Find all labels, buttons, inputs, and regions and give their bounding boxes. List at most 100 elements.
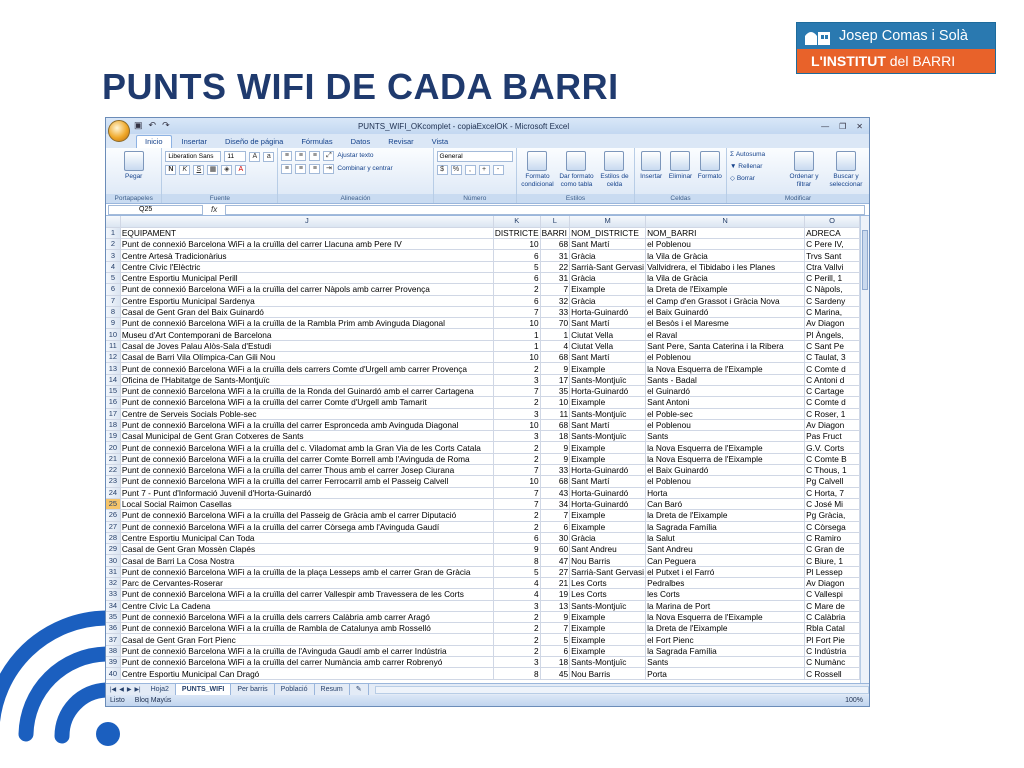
row-header[interactable]: 9 — [106, 317, 121, 330]
row-header[interactable]: 13 — [106, 362, 121, 375]
table-cell[interactable]: 22 — [540, 261, 571, 273]
table-cell[interactable]: 1 — [493, 328, 541, 341]
format-table-icon[interactable] — [566, 151, 587, 171]
table-cell[interactable]: Trvs Sant — [804, 249, 860, 262]
table-cell[interactable]: C Biure, 1 — [804, 554, 860, 567]
table-cell[interactable]: el Poble-sec — [645, 408, 806, 420]
table-cell[interactable]: Punt de connexió Barcelona WiFi a la cru… — [120, 419, 494, 432]
table-cell[interactable]: Eixample — [569, 622, 647, 635]
cell-styles-button[interactable]: Estilos de celda — [598, 173, 631, 189]
table-cell[interactable]: G.V. Corts — [804, 441, 860, 454]
table-cell[interactable]: 7 — [540, 283, 571, 296]
name-box[interactable]: Q25 — [108, 204, 203, 215]
table-cell[interactable]: C Perill, 1 — [804, 272, 860, 285]
table-cell[interactable]: 27 — [540, 566, 571, 579]
table-cell[interactable]: Horta-Guinardó — [569, 464, 647, 477]
row-header[interactable]: 25 — [106, 498, 121, 511]
table-cell[interactable]: 7 — [493, 464, 541, 477]
table-cell[interactable]: 68 — [540, 475, 571, 488]
table-cell[interactable]: 2 — [493, 645, 541, 658]
merge-center-button[interactable]: Combinar y centrar — [337, 165, 392, 173]
table-cell[interactable]: Sant Andreu — [569, 543, 647, 556]
table-cell[interactable]: 9 — [540, 362, 571, 375]
format-cells-button[interactable]: Formato — [697, 173, 723, 181]
table-cell[interactable]: Av Diagon — [804, 419, 860, 432]
table-cell[interactable]: 2 — [493, 611, 541, 624]
tab-inicio[interactable]: Inicio — [136, 135, 172, 148]
table-cell[interactable]: Punt de connexió Barcelona WiFi a la cru… — [120, 362, 494, 375]
row-header[interactable]: 20 — [106, 441, 121, 454]
table-cell[interactable]: Sants — [645, 430, 806, 443]
table-cell[interactable]: la Nova Esquerra de l'Eixample — [645, 453, 806, 466]
row-header[interactable]: 4 — [106, 261, 121, 273]
scroll-thumb[interactable] — [862, 230, 868, 290]
row-header[interactable]: 35 — [106, 611, 121, 624]
tab-diseno[interactable]: Diseño de página — [217, 136, 291, 148]
table-cell[interactable]: Horta — [645, 487, 806, 499]
next-sheet-icon[interactable]: ▶ — [127, 686, 132, 693]
grow-font-icon[interactable]: A — [249, 151, 261, 162]
table-cell[interactable]: Pl Àngels, — [804, 328, 860, 341]
table-cell[interactable]: 18 — [540, 656, 571, 669]
table-cell[interactable]: C Comte d — [804, 396, 860, 409]
row-header[interactable]: 33 — [106, 588, 121, 601]
insert-cells-button[interactable]: Insertar — [638, 173, 664, 181]
italic-icon[interactable]: K — [179, 165, 191, 175]
table-cell[interactable]: 68 — [540, 238, 571, 251]
font-name-select[interactable]: Liberation Sans — [165, 151, 222, 162]
table-cell[interactable]: C Ramiro — [804, 532, 860, 545]
table-cell[interactable]: Eixample — [569, 362, 647, 375]
table-cell[interactable]: la Dreta de l'Eixample — [645, 509, 806, 522]
table-cell[interactable]: C Indústria — [804, 645, 860, 658]
table-cell[interactable]: 3 — [493, 656, 541, 669]
indent-icon[interactable]: ⇥ — [323, 164, 335, 174]
table-cell[interactable]: Horta-Guinardó — [569, 487, 647, 499]
table-cell[interactable]: 1 — [540, 328, 571, 341]
tab-datos[interactable]: Datos — [343, 136, 379, 148]
table-cell[interactable]: 5 — [493, 566, 541, 579]
table-cell[interactable]: Punt de connexió Barcelona WiFi a la cru… — [120, 441, 494, 454]
table-cell[interactable]: C Sardeny — [804, 295, 860, 307]
table-cell[interactable]: la Vila de Gràcia — [645, 249, 806, 262]
table-cell[interactable]: la Nova Esquerra de l'Eixample — [645, 441, 806, 454]
row-header[interactable]: 28 — [106, 532, 121, 545]
zoom-level[interactable]: 100% — [845, 697, 863, 704]
table-cell[interactable]: el Besòs i el Maresme — [645, 317, 806, 330]
table-cell[interactable]: Sant Martí — [569, 475, 647, 488]
table-cell[interactable]: la Sagrada Família — [645, 645, 806, 658]
table-cell[interactable]: C Gran de — [804, 543, 860, 556]
table-cell[interactable]: 2 — [493, 396, 541, 409]
table-cell[interactable]: 9 — [540, 611, 571, 624]
wrap-text-button[interactable]: Ajustar texto — [337, 152, 373, 160]
font-color-icon[interactable]: A — [235, 165, 247, 175]
row-header[interactable]: 29 — [106, 543, 121, 556]
vertical-scrollbar[interactable] — [860, 216, 869, 685]
decrease-decimal-icon[interactable]: - — [492, 165, 504, 175]
align-middle-icon[interactable]: ≡ — [295, 151, 307, 161]
table-cell[interactable]: el Poblenou — [645, 419, 806, 432]
table-cell[interactable]: Punt de connexió Barcelona WiFi a la cru… — [120, 566, 494, 579]
row-header[interactable]: 17 — [106, 408, 121, 420]
table-cell[interactable]: 7 — [493, 487, 541, 499]
font-size-select[interactable]: 11 — [224, 151, 247, 162]
table-cell[interactable]: Ciutat Vella — [569, 340, 647, 353]
row-header[interactable]: 19 — [106, 430, 121, 443]
table-cell[interactable]: Museu d'Art Contemporani de Barcelona — [120, 328, 494, 341]
row-header[interactable]: 21 — [106, 453, 121, 466]
table-cell[interactable]: Centre Esportiu Municipal Can Dragó — [120, 667, 494, 680]
table-cell[interactable]: C Calàbria — [804, 611, 860, 624]
table-cell[interactable]: 30 — [540, 532, 571, 545]
table-cell[interactable]: Casal Municipal de Gent Gran Cotxeres de… — [120, 430, 494, 443]
table-cell[interactable]: 43 — [540, 487, 571, 499]
sort-filter-icon[interactable] — [794, 151, 814, 171]
cell-styles-icon[interactable] — [604, 151, 625, 171]
table-cell[interactable]: Casal de Gent Gran del Baix Guinardó — [120, 306, 494, 319]
row-header[interactable]: 10 — [106, 328, 121, 341]
table-cell[interactable]: Casal de Barri Vila Olímpica-Can Gili No… — [120, 351, 494, 364]
table-cell[interactable]: 3 — [493, 374, 541, 386]
table-cell[interactable]: C Pere IV, — [804, 238, 860, 251]
table-cell[interactable]: 7 — [493, 306, 541, 319]
table-cell[interactable]: el Baix Guinardó — [645, 464, 806, 477]
table-cell[interactable]: 45 — [540, 667, 571, 680]
table-cell[interactable]: 10 — [493, 351, 541, 364]
